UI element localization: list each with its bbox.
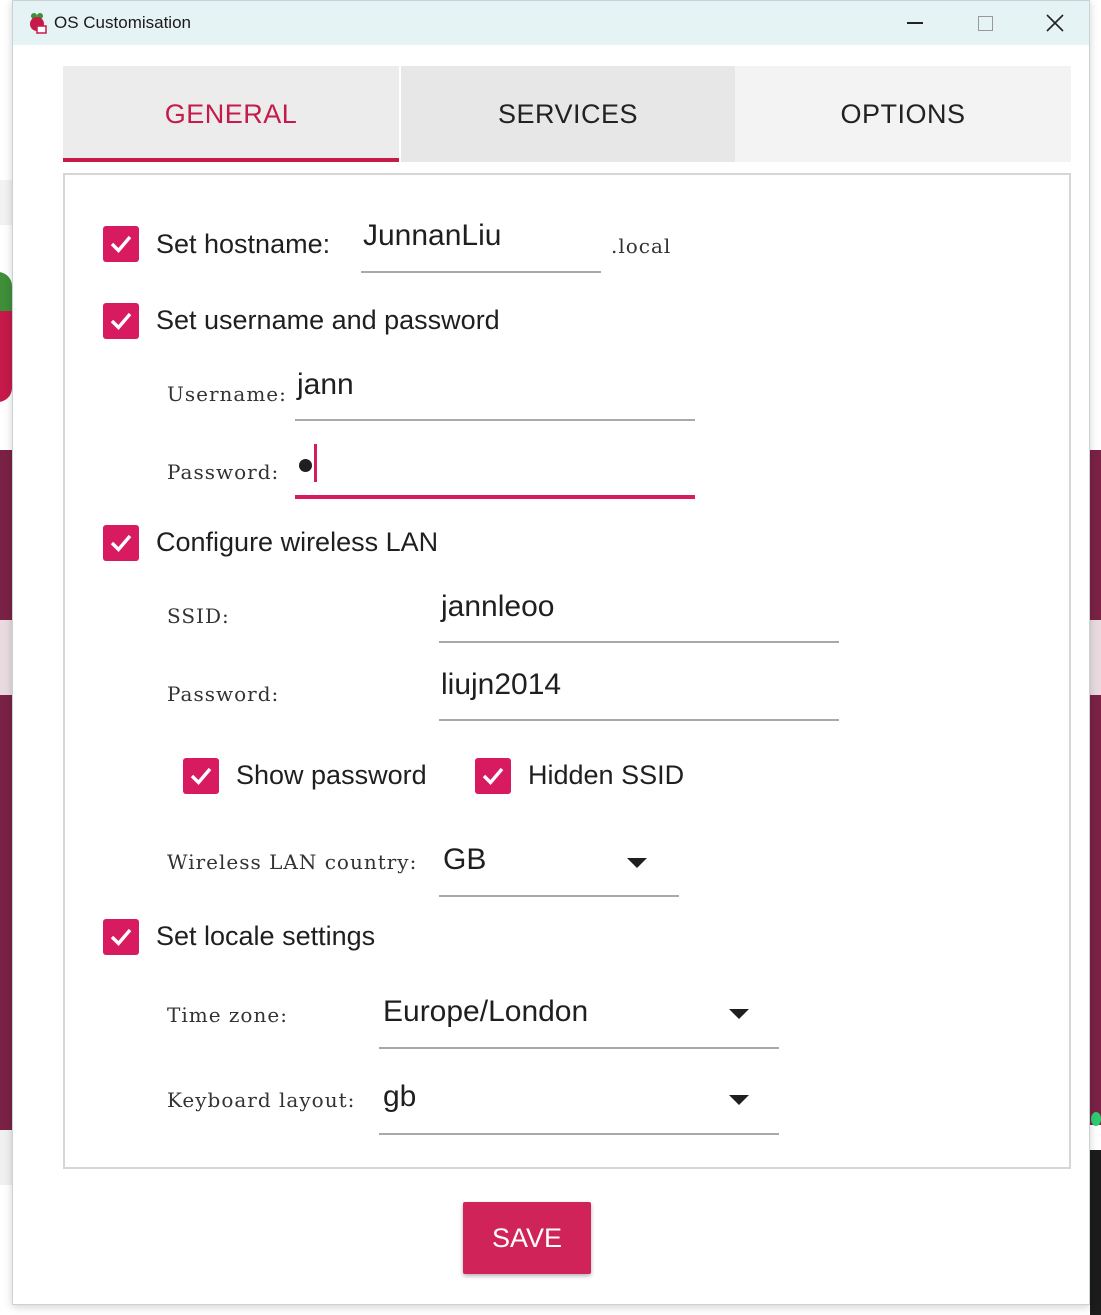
wifi-password-input[interactable]: liujn2014 xyxy=(439,663,839,721)
show-password-checkbox[interactable] xyxy=(183,758,219,794)
timezone-dropdown[interactable]: Europe/London xyxy=(379,985,779,1049)
password-mask-dot xyxy=(299,459,312,472)
hostname-input[interactable]: JunnanLiu xyxy=(361,215,601,273)
checkmark-icon xyxy=(110,534,132,553)
tab-bar: GENERAL SERVICES OPTIONS xyxy=(63,66,1071,162)
hostname-label: Set hostname: xyxy=(156,229,331,259)
wifi-country-label: Wireless LAN country: xyxy=(167,850,418,874)
locale-label: Set locale settings xyxy=(156,921,376,951)
maximize-icon xyxy=(977,15,993,31)
locale-checkbox[interactable] xyxy=(103,919,139,955)
password-label: Password: xyxy=(167,460,280,484)
checkmark-icon xyxy=(110,928,132,947)
save-button[interactable]: SAVE xyxy=(463,1202,591,1274)
os-customisation-dialog: OS Customisation GENERAL SERVICES OPTION… xyxy=(12,0,1090,1305)
keyboard-layout-label: Keyboard layout: xyxy=(167,1088,356,1112)
username-input[interactable]: jann xyxy=(295,363,695,421)
maximize-button[interactable] xyxy=(955,1,1015,45)
wifi-country-value: GB xyxy=(443,843,487,876)
text-cursor xyxy=(314,444,317,482)
window-title: OS Customisation xyxy=(54,13,191,32)
password-input[interactable] xyxy=(295,437,695,499)
minimize-button[interactable] xyxy=(885,1,945,45)
hostname-value: JunnanLiu xyxy=(363,219,502,252)
tab-general[interactable]: GENERAL xyxy=(63,66,399,162)
timezone-label: Time zone: xyxy=(167,1003,288,1027)
background-raspberry-logo xyxy=(0,272,12,402)
wifi-country-dropdown[interactable]: GB xyxy=(439,835,679,897)
background-app-left xyxy=(0,0,12,1315)
wireless-lan-checkbox[interactable] xyxy=(103,525,139,561)
ssid-label: SSID: xyxy=(167,604,230,628)
hidden-ssid-checkbox[interactable] xyxy=(475,758,511,794)
keyboard-layout-dropdown[interactable]: gb xyxy=(379,1071,779,1135)
username-label: Username: xyxy=(167,382,287,406)
username-value: jann xyxy=(297,368,354,401)
background-app-right xyxy=(1090,0,1101,1315)
title-bar[interactable]: OS Customisation xyxy=(13,1,1089,45)
user-credentials-checkbox[interactable] xyxy=(103,303,139,339)
show-password-label: Show password xyxy=(236,760,427,790)
hidden-ssid-label: Hidden SSID xyxy=(528,760,685,790)
wifi-password-label: Password: xyxy=(167,682,280,706)
user-credentials-label: Set username and password xyxy=(156,305,500,335)
checkmark-icon xyxy=(482,767,504,786)
timezone-value: Europe/London xyxy=(383,995,589,1028)
hostname-checkbox[interactable] xyxy=(103,226,139,262)
ssid-value: jannleoo xyxy=(441,590,555,623)
chevron-down-icon xyxy=(627,858,647,868)
chevron-down-icon xyxy=(729,1095,749,1105)
keyboard-layout-value: gb xyxy=(383,1080,417,1113)
wireless-lan-label: Configure wireless LAN xyxy=(156,527,439,557)
tab-options[interactable]: OPTIONS xyxy=(735,66,1071,162)
tab-services[interactable]: SERVICES xyxy=(399,66,735,162)
chevron-down-icon xyxy=(729,1009,749,1019)
close-icon xyxy=(1046,14,1064,32)
ssid-input[interactable]: jannleoo xyxy=(439,585,839,643)
checkmark-icon xyxy=(110,235,132,254)
general-settings-panel: Set hostname: JunnanLiu .local Set usern… xyxy=(63,173,1071,1169)
minimize-icon xyxy=(907,22,923,24)
hostname-suffix: .local xyxy=(611,234,672,258)
close-button[interactable] xyxy=(1025,1,1085,45)
raspberry-pi-icon xyxy=(30,13,47,34)
wifi-password-value: liujn2014 xyxy=(441,668,562,701)
checkmark-icon xyxy=(190,767,212,786)
checkmark-icon xyxy=(110,312,132,331)
